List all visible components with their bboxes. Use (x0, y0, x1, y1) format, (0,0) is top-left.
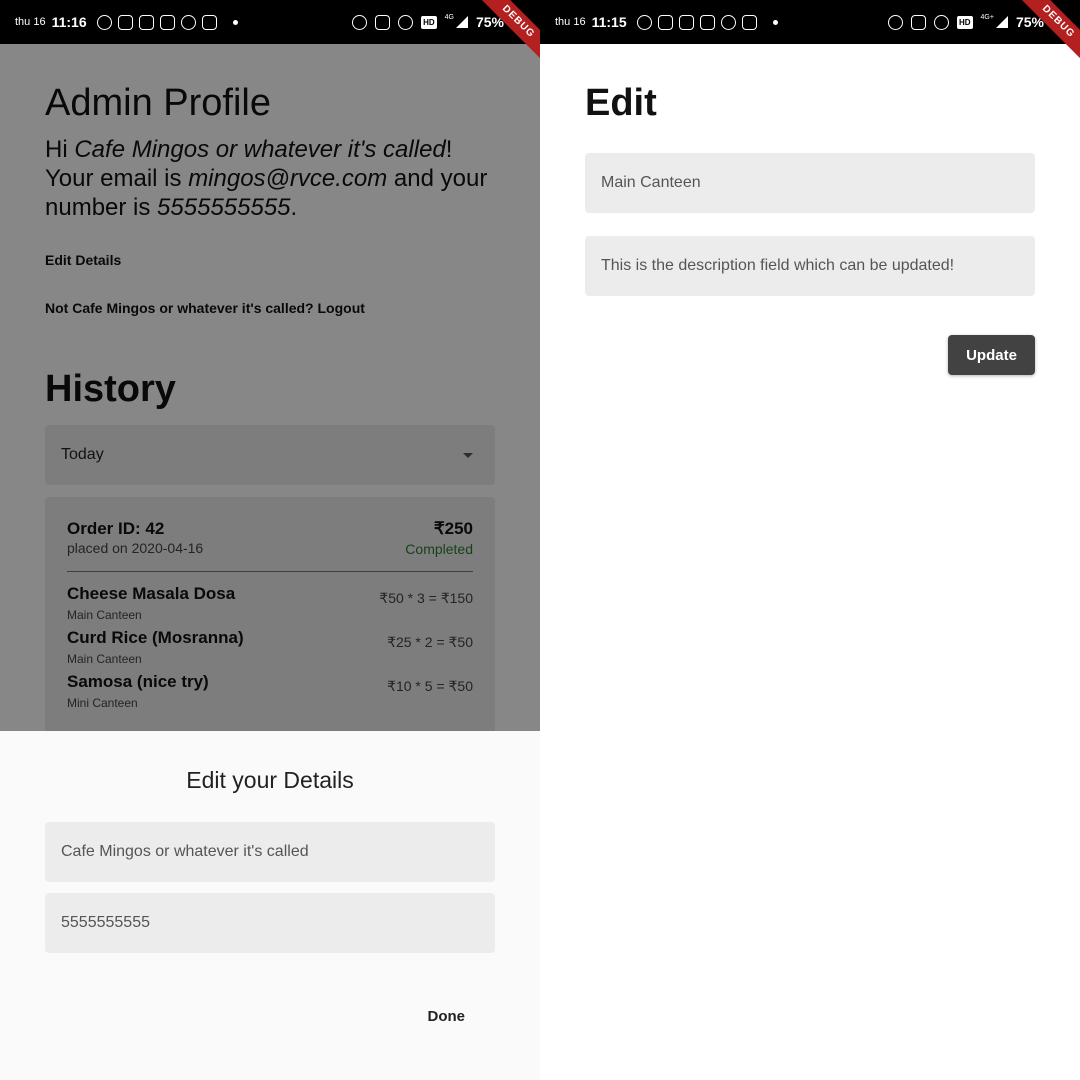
more-notifications-icon (232, 19, 238, 25)
right-screen: thu 16 11:15 HD 4G+ 75% DEBUG Edit Main … (540, 0, 1080, 1080)
status-bar: thu 16 11:15 HD 4G+ 75% DEBUG (540, 0, 1080, 65)
gmail-icon (741, 14, 757, 30)
hd-icon: HD (421, 15, 437, 29)
sheet-title: Edit your Details (186, 767, 354, 793)
phone-input[interactable]: 5555555555 (45, 893, 495, 953)
edit-details-sheet: Edit your Details Cafe Mingos or whateve… (0, 731, 540, 1080)
calendar-icon (159, 14, 175, 30)
vibrate-icon (375, 14, 391, 30)
vibrate-icon (910, 14, 926, 30)
status-time: 11:16 (51, 14, 87, 30)
network-type: 4G (444, 13, 454, 21)
calendar-icon (678, 14, 694, 30)
hotspot-icon (933, 14, 949, 30)
bowl-icon (720, 14, 736, 30)
hd-icon: HD (956, 15, 973, 29)
whatsapp-icon (96, 14, 112, 30)
update-button[interactable]: Update (948, 335, 1035, 375)
canteen-name-input[interactable]: Main Canteen (585, 153, 1035, 213)
status-day: thu 16 (15, 16, 46, 28)
done-button[interactable]: Done (428, 1008, 466, 1025)
more-notifications-icon (772, 19, 778, 25)
status-bar: thu 16 11:16 HD 4G 75% DEBUG (0, 0, 540, 65)
signal-icon (455, 16, 468, 28)
bowl-icon (180, 14, 196, 30)
calendar-icon (138, 14, 154, 30)
gmail-icon (201, 14, 217, 30)
calendar-icon (699, 14, 715, 30)
signal-icon (995, 16, 1008, 28)
status-time: 11:15 (591, 14, 627, 30)
whatsapp-icon (636, 14, 652, 30)
edit-content: Edit Main Canteen This is the descriptio… (540, 44, 1080, 375)
status-day: thu 16 (555, 16, 586, 28)
network-type: 4G+ (980, 13, 994, 21)
hotspot-icon (398, 14, 414, 30)
page-title: Edit (585, 82, 657, 124)
instagram-icon (657, 14, 673, 30)
alarm-icon (352, 14, 368, 30)
name-input[interactable]: Cafe Mingos or whatever it's called (45, 822, 495, 882)
instagram-icon (117, 14, 133, 30)
alarm-icon (887, 14, 903, 30)
description-input[interactable]: This is the description field which can … (585, 236, 1035, 296)
left-screen: thu 16 11:16 HD 4G 75% DEBUG Admin Profi… (0, 0, 540, 1080)
